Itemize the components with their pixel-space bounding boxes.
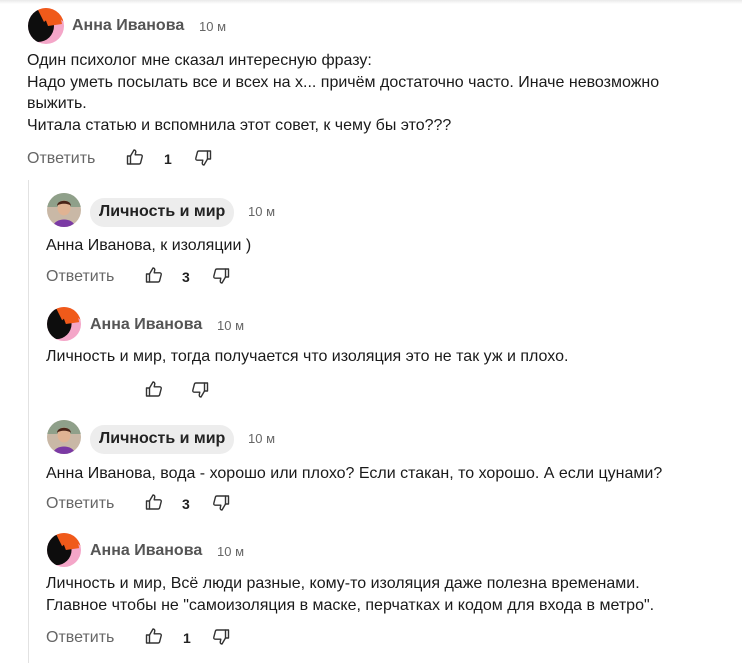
- like-count: 3: [182, 269, 190, 285]
- avatar-anna[interactable]: [28, 8, 64, 44]
- reply-button[interactable]: Ответить: [46, 495, 114, 513]
- thumb-down-icon[interactable]: [212, 628, 230, 646]
- like-count: 1: [183, 630, 191, 646]
- avatar-anna[interactable]: [47, 533, 81, 567]
- comment-text: Один психолог мне сказал интересную фраз…: [27, 52, 660, 134]
- avatar-anna[interactable]: [47, 307, 81, 341]
- reply-button[interactable]: Ответить: [46, 629, 114, 647]
- avatar-lichnost[interactable]: [47, 420, 81, 454]
- comment-author[interactable]: Анна Иванова: [72, 17, 184, 35]
- comment-author[interactable]: Личность и мир: [90, 198, 235, 227]
- thumb-up-icon[interactable]: [145, 493, 163, 511]
- orange-black-pink-avatar: [28, 8, 64, 44]
- thumb-up-icon[interactable]: [145, 380, 163, 398]
- comment-author[interactable]: Анна Иванова: [90, 542, 202, 560]
- orange-black-pink-avatar: [47, 533, 81, 567]
- comment-time: 10 м: [248, 431, 276, 446]
- comment-time: 10 м: [248, 204, 276, 219]
- like-count: 3: [182, 496, 190, 512]
- thumb-down-icon[interactable]: [194, 149, 212, 167]
- reply-button[interactable]: Ответить: [27, 150, 95, 168]
- comment-author[interactable]: Личность и мир: [90, 425, 235, 454]
- thumb-down-icon[interactable]: [212, 494, 230, 512]
- thumb-up-icon[interactable]: [145, 266, 163, 284]
- comment-time: 10 м: [199, 19, 227, 34]
- comment-time: 10 м: [217, 544, 245, 559]
- thumb-down-icon[interactable]: [212, 267, 230, 285]
- top-shadow: [0, 0, 742, 4]
- thread-line: [28, 180, 29, 663]
- comment-text: Анна Иванова, к изоляции ): [46, 237, 252, 254]
- comment-time: 10 м: [217, 318, 245, 333]
- comment-text: Анна Иванова, вода - хорошо или плохо? Е…: [46, 465, 663, 482]
- photo-avatar: [47, 193, 81, 227]
- comment-text: Личность и мир, Всё люди разные, кому-то…: [46, 575, 655, 614]
- thumb-up-icon[interactable]: [145, 627, 163, 645]
- comment-author[interactable]: Анна Иванова: [90, 316, 202, 334]
- avatar-lichnost[interactable]: [47, 193, 81, 227]
- like-count: 1: [164, 151, 172, 167]
- thumb-down-icon[interactable]: [191, 381, 209, 399]
- photo-avatar: [47, 420, 81, 454]
- reply-button[interactable]: Ответить: [46, 268, 114, 286]
- thumb-up-icon[interactable]: [126, 148, 144, 166]
- comment-text: Личность и мир, тогда получается что изо…: [46, 348, 569, 365]
- orange-black-pink-avatar: [47, 307, 81, 341]
